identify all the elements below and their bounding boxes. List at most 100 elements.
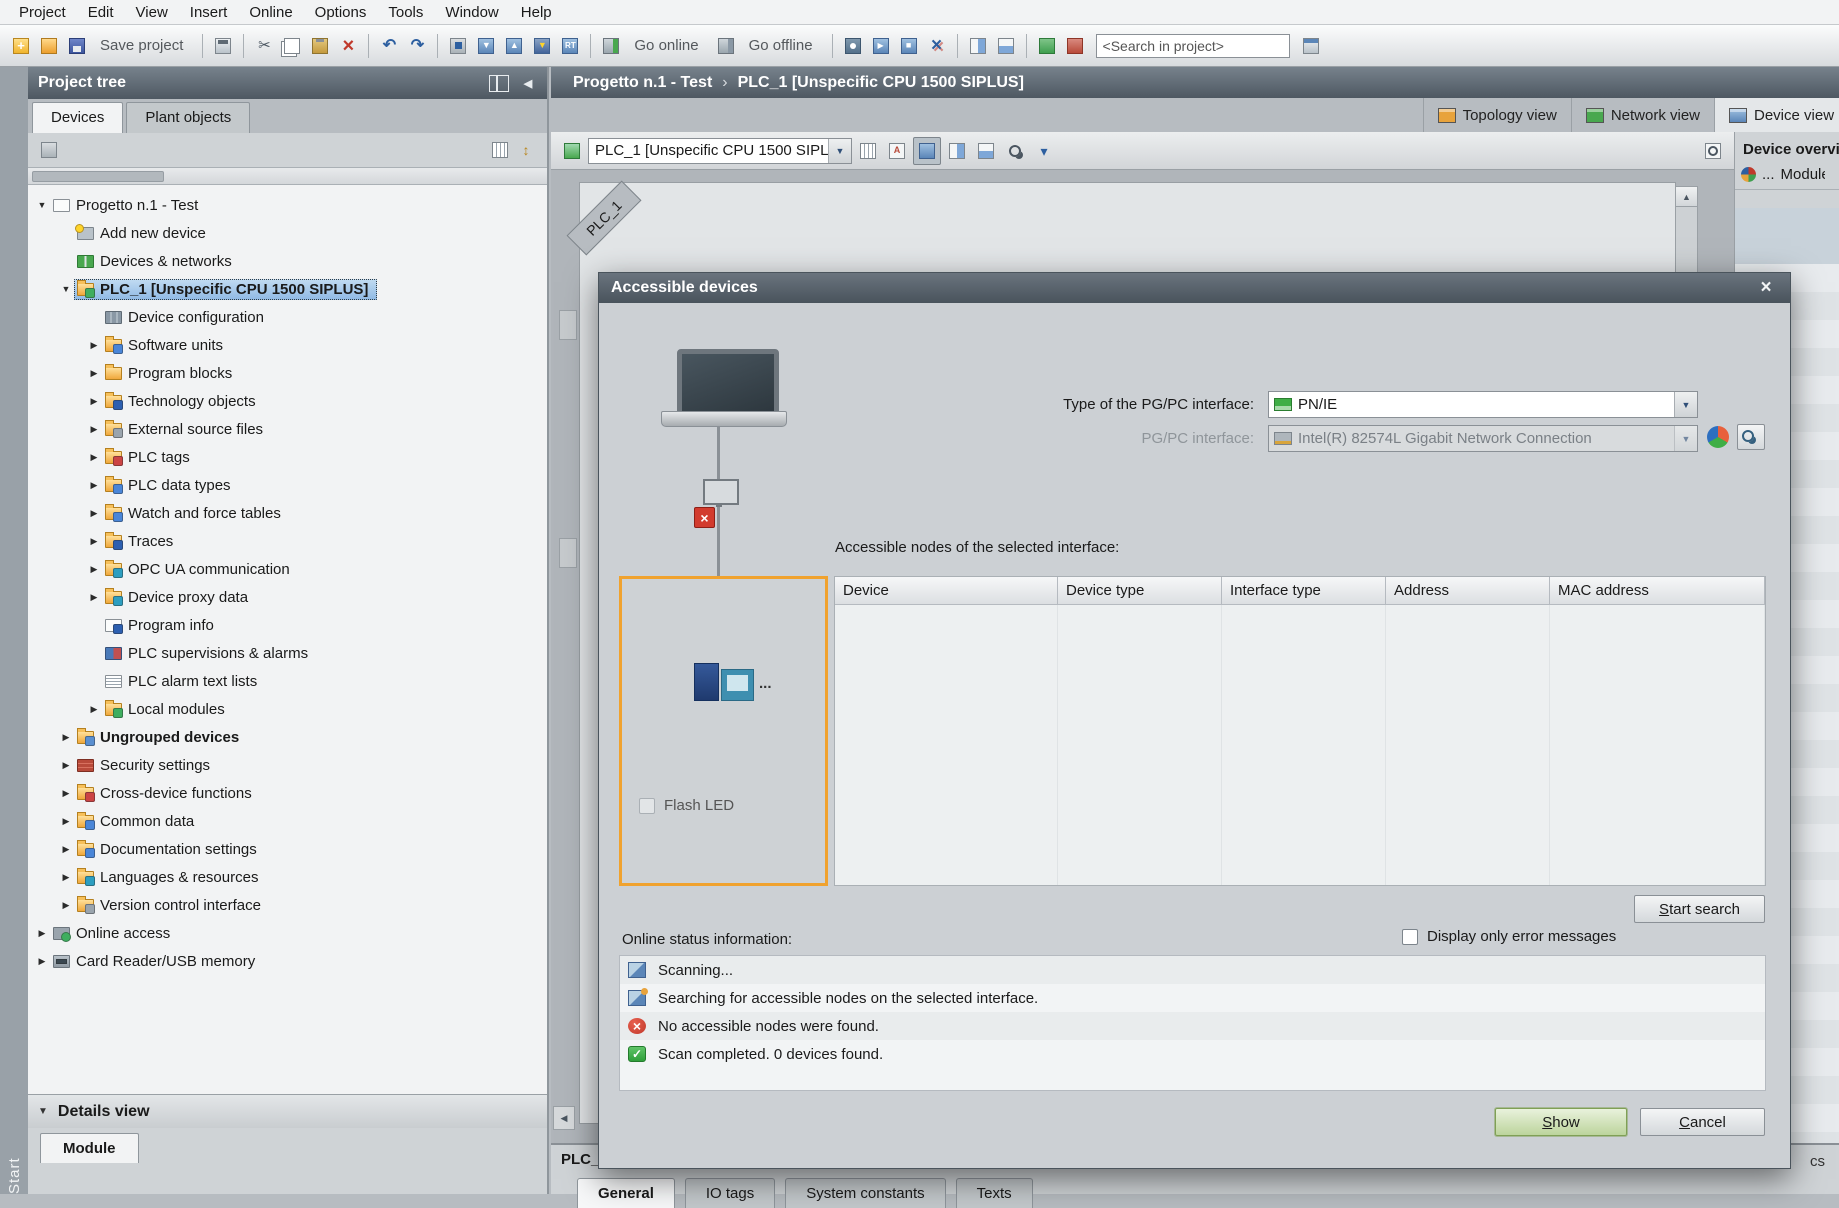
expand-arrow-icon[interactable] xyxy=(58,760,74,771)
start-portal-rail[interactable]: Start xyxy=(0,67,28,1194)
redo-icon[interactable] xyxy=(404,33,430,59)
pane-split-horizontal-icon[interactable] xyxy=(944,138,970,164)
table-view-icon[interactable] xyxy=(487,137,513,163)
start-runtime-icon[interactable] xyxy=(557,33,583,59)
pane-split-vertical-icon[interactable] xyxy=(973,138,999,164)
menu-item[interactable]: Options xyxy=(304,2,378,23)
go-online-button[interactable]: Go online xyxy=(628,36,704,55)
name-labels-icon[interactable] xyxy=(884,138,910,164)
menu-item[interactable]: Online xyxy=(238,2,303,23)
expand-arrow-icon[interactable] xyxy=(58,872,74,883)
tree-item[interactable]: Cross-device functions xyxy=(28,779,547,807)
tree-item[interactable]: Security settings xyxy=(28,751,547,779)
tree-item[interactable]: Common data xyxy=(28,807,547,835)
tree-item[interactable]: Version control interface xyxy=(28,891,547,919)
table-column-header[interactable]: MAC address xyxy=(1550,577,1765,604)
scrollbar-thumb[interactable] xyxy=(32,171,164,182)
print-icon[interactable] xyxy=(210,33,236,59)
menu-item[interactable]: Insert xyxy=(179,2,239,23)
expand-arrow-icon[interactable] xyxy=(86,424,102,435)
pgpc-interface-dropdown[interactable]: Intel(R) 82574L Gigabit Network Connecti… xyxy=(1268,425,1698,452)
error-filter-checkbox[interactable] xyxy=(1402,929,1418,945)
expand-arrow-icon[interactable] xyxy=(34,928,50,939)
tree-item[interactable]: Online access xyxy=(28,919,547,947)
tree-item[interactable]: Device proxy data xyxy=(28,583,547,611)
expand-arrow-icon[interactable] xyxy=(86,564,102,575)
interface-search-button[interactable] xyxy=(1737,424,1765,450)
expand-arrow-icon[interactable] xyxy=(86,396,102,407)
split-editor-horizontal-icon[interactable] xyxy=(965,33,991,59)
expand-arrow-icon[interactable] xyxy=(58,732,74,743)
paste-icon[interactable] xyxy=(307,33,333,59)
tree-item[interactable]: Ungrouped devices xyxy=(28,723,547,751)
save-layout-icon[interactable] xyxy=(1031,138,1057,164)
dropdown-arrow-icon[interactable] xyxy=(828,139,851,163)
expand-arrow-icon[interactable] xyxy=(86,452,102,463)
collapse-left-button[interactable] xyxy=(553,1106,575,1130)
inspector-tab[interactable]: Texts xyxy=(956,1178,1033,1208)
tree-item[interactable]: Languages & resources xyxy=(28,863,547,891)
more-options-button[interactable]: ... xyxy=(1762,166,1775,183)
multiuser-refresh-icon[interactable] xyxy=(1062,33,1088,59)
compile-icon[interactable] xyxy=(445,33,471,59)
interface-settings-icon[interactable] xyxy=(1707,426,1729,448)
expand-arrow-icon[interactable] xyxy=(34,956,50,967)
expand-arrow-icon[interactable] xyxy=(86,340,102,351)
show-button[interactable]: Show xyxy=(1495,1108,1627,1136)
device-network-icon[interactable] xyxy=(559,138,585,164)
search-input[interactable] xyxy=(1096,34,1290,58)
expand-arrow-icon[interactable] xyxy=(58,844,74,855)
tree-item[interactable]: Program info xyxy=(28,611,547,639)
window-layout-icon[interactable] xyxy=(1298,33,1324,59)
menu-item[interactable]: Window xyxy=(434,2,509,23)
expand-arrow-icon[interactable] xyxy=(58,788,74,799)
tree-item[interactable]: PLC data types xyxy=(28,471,547,499)
module-column-header[interactable]: Module xyxy=(1781,166,1825,183)
tree-horizontal-scrollbar[interactable] xyxy=(28,168,547,185)
dropdown-arrow-icon[interactable] xyxy=(1674,426,1697,451)
tree-item[interactable]: OPC UA communication xyxy=(28,555,547,583)
device-info-icon[interactable] xyxy=(1700,138,1726,164)
expand-arrow-icon[interactable] xyxy=(86,536,102,547)
table-column-header[interactable]: Device xyxy=(835,577,1058,604)
inspector-tab[interactable]: IO tags xyxy=(685,1178,775,1208)
multiuser-commit-icon[interactable] xyxy=(1034,33,1060,59)
tree-item[interactable]: Traces xyxy=(28,527,547,555)
go-offline-button[interactable]: Go offline xyxy=(743,36,819,55)
view-tab[interactable]: Network view xyxy=(1571,98,1714,132)
interface-type-dropdown[interactable]: PN/IE xyxy=(1268,391,1698,418)
save-project-button[interactable]: Save project xyxy=(94,36,189,55)
tree-item[interactable]: Card Reader/USB memory xyxy=(28,947,547,975)
expand-arrow-icon[interactable] xyxy=(58,284,74,294)
cut-icon[interactable] xyxy=(251,33,277,59)
go-online-icon[interactable] xyxy=(598,33,624,59)
device-selector-dropdown[interactable]: PLC_1 [Unspecific CPU 1500 SIPLUS] xyxy=(588,138,852,164)
splitter-handle[interactable] xyxy=(559,310,577,340)
accessible-devices-icon[interactable] xyxy=(840,33,866,59)
filter-tree-icon[interactable] xyxy=(36,137,62,163)
split-editor-vertical-icon[interactable] xyxy=(993,33,1019,59)
tree-item[interactable]: Watch and force tables xyxy=(28,499,547,527)
undo-icon[interactable] xyxy=(376,33,402,59)
tree-item[interactable]: Local modules xyxy=(28,695,547,723)
tree-item[interactable]: PLC_1 [Unspecific CPU 1500 SIPLUS] xyxy=(28,275,547,303)
cross-references-icon[interactable] xyxy=(924,33,950,59)
breadcrumb-device[interactable]: PLC_1 [Unspecific CPU 1500 SIPLUS] xyxy=(738,74,1024,92)
tree-item[interactable]: Devices & networks xyxy=(28,247,547,275)
tree-item[interactable]: External source files xyxy=(28,415,547,443)
inspector-tab[interactable]: General xyxy=(577,1178,675,1208)
go-offline-icon[interactable] xyxy=(713,33,739,59)
new-project-icon[interactable] xyxy=(8,33,34,59)
tree-item[interactable]: Add new device xyxy=(28,219,547,247)
dropdown-arrow-icon[interactable] xyxy=(1674,392,1697,417)
tree-item[interactable]: Device configuration xyxy=(28,303,547,331)
save-project-icon[interactable] xyxy=(64,33,90,59)
table-column-header[interactable]: Address xyxy=(1386,577,1550,604)
module-grid-icon[interactable] xyxy=(855,138,881,164)
expand-arrow-icon[interactable] xyxy=(86,368,102,379)
tree-item[interactable]: Software units xyxy=(28,331,547,359)
table-column-header[interactable]: Interface type xyxy=(1222,577,1386,604)
tree-item[interactable]: Technology objects xyxy=(28,387,547,415)
splitter-handle[interactable] xyxy=(559,538,577,568)
tree-item[interactable]: Progetto n.1 - Test xyxy=(28,191,547,219)
